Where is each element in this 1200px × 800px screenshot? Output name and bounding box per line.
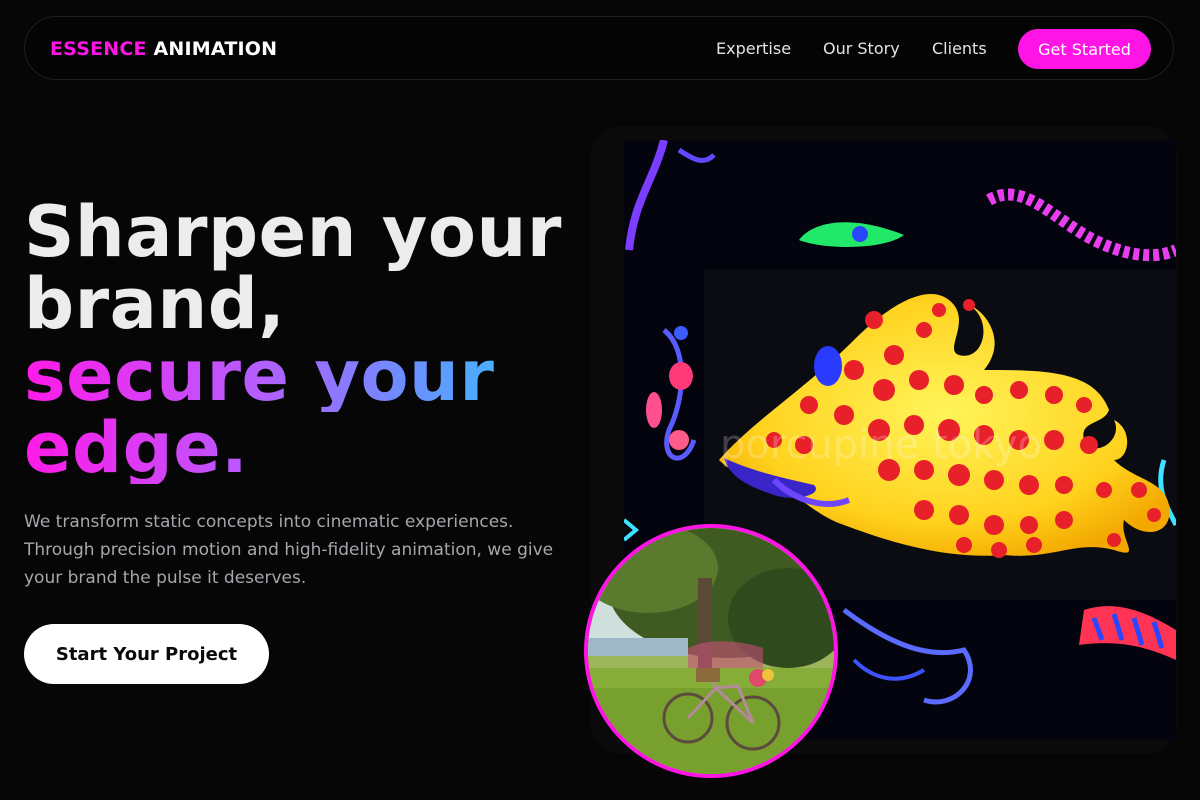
logo-text: ANIMATION: [153, 38, 278, 60]
nav-link-expertise[interactable]: Expertise: [716, 39, 791, 58]
logo-accent-text: ESSENCE: [50, 38, 147, 60]
bicycle-photo-illustration: [588, 528, 834, 774]
nav-link-clients[interactable]: Clients: [932, 39, 987, 58]
hero-headline: Sharpen your brand, secure your edge.: [24, 196, 604, 484]
headline-line-3: secure your: [24, 340, 604, 412]
nav-link-our-story[interactable]: Our Story: [823, 39, 900, 58]
headline-line-1: Sharpen your: [24, 191, 562, 273]
headline-line-4: edge.: [24, 412, 604, 484]
image-watermark: porcupine tokyo: [720, 422, 1042, 468]
top-navbar: ESSENCE ANIMATION Expertise Our Story Cl…: [24, 16, 1174, 80]
start-project-button[interactable]: Start Your Project: [24, 624, 269, 684]
bicycle-photo: [584, 524, 838, 778]
headline-line-2: brand,: [24, 263, 286, 345]
get-started-button[interactable]: Get Started: [1018, 29, 1151, 69]
hero-subtext: We transform static concepts into cinema…: [24, 512, 554, 588]
brand-logo[interactable]: ESSENCE ANIMATION: [50, 38, 277, 60]
